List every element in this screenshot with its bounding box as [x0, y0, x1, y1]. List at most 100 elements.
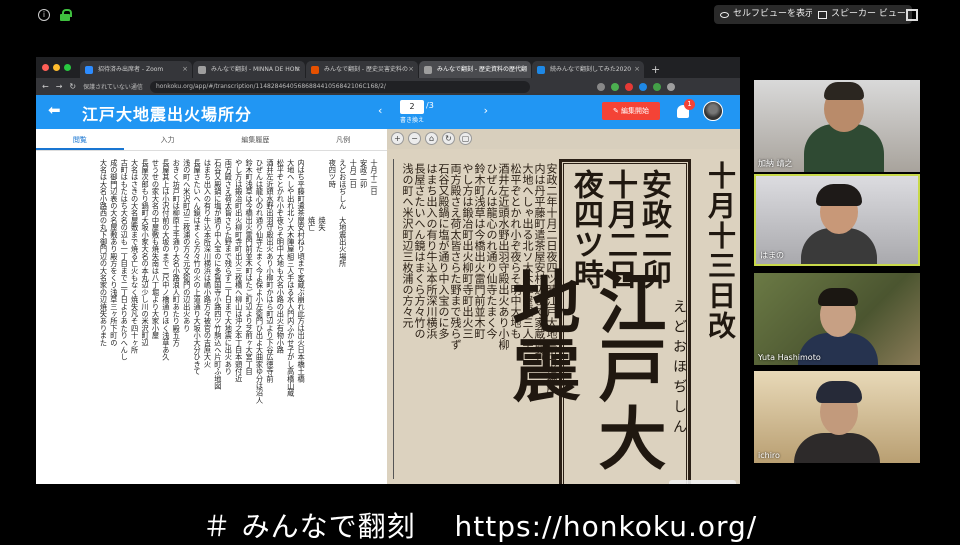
- window-controls: [42, 64, 71, 71]
- browser-tab[interactable]: みんなで翻刻 - 歴史資料の歴代翻 ×: [419, 61, 531, 78]
- speaker-view-button[interactable]: スピーカー ビュー: [812, 5, 912, 24]
- browser-tab[interactable]: 招待済み出席者 - Zoom ×: [80, 61, 192, 78]
- date-heading: 十月十三日改: [704, 161, 737, 341]
- title-main: 江戸大地震: [500, 267, 666, 471]
- zoom-out-icon[interactable]: −: [408, 132, 421, 145]
- printed-column: やし方は鍛冶町出火柳町寺町出火三: [461, 163, 474, 339]
- close-tab-icon[interactable]: ×: [182, 61, 188, 78]
- participant-name: ichiro: [758, 451, 780, 460]
- document-scan: 安政二年十月二日夜四ツ時江戸大地震出火場所 内は丹平藤町遣茶屋安村辺まで家蔵崩れ大…: [387, 149, 740, 484]
- back-arrow-icon[interactable]: ⬅: [48, 101, 61, 119]
- browser-tabs: 招待済み出席者 - Zoom × みんなで翻刻 - MINNA DE HON × みんな…: [80, 61, 644, 78]
- tab-legend[interactable]: 凡例: [299, 129, 387, 150]
- security-label[interactable]: 保護されていない通信: [83, 82, 143, 91]
- self-view-label: セルフビューを表示: [733, 9, 815, 19]
- browser-tab-bar: 招待済み出席者 - Zoom × みんなで翻刻 - MINNA DE HON × みんな…: [36, 57, 740, 78]
- printed-column: はまち出入の有り牛込本所深川横浜: [425, 163, 438, 339]
- url-field[interactable]: honkoku.org/app/#/transcription/11482846…: [149, 80, 530, 93]
- close-tab-icon[interactable]: ×: [408, 61, 414, 78]
- printed-column: 長屋さたいへん鏡はまくら方々竹の: [413, 163, 426, 339]
- tab-label: 続みんなで翻刻してみた2020: [550, 66, 632, 73]
- printed-column: 浅の町へ米沢町辺三枚浦の方々元: [401, 163, 414, 328]
- image-toolbar: + − ⌂ ↻ ▢: [391, 132, 472, 145]
- transcription-text: 十月十二日 安政二卯 十月二日 えどおほぢしん 大地震出火場所 夜四ツ時 焼失 …: [99, 159, 379, 404]
- info-icon[interactable]: i: [38, 9, 50, 21]
- tab-label: みんなで翻刻 - 歴史災害史料の: [324, 66, 408, 73]
- close-window-icon[interactable]: [42, 64, 49, 71]
- page-sub-label: 書き換え: [400, 117, 425, 124]
- close-tab-icon[interactable]: ×: [634, 61, 640, 78]
- home-icon[interactable]: ⌂: [425, 132, 438, 145]
- participant-name: Yuta Hashimoto: [758, 353, 821, 362]
- maximize-window-icon[interactable]: [64, 64, 71, 71]
- start-edit-label: 編集開始: [621, 107, 650, 115]
- new-tab-button[interactable]: +: [645, 61, 666, 78]
- address-bar: ← → ↻ 保護されていない通信 honkoku.org/app/#/trans…: [36, 78, 740, 95]
- lock-icon[interactable]: [60, 9, 72, 21]
- speaker-view-label: スピーカー ビュー: [831, 9, 906, 19]
- close-tab-icon[interactable]: ×: [521, 61, 527, 78]
- page-total: /3: [426, 101, 434, 110]
- reload-icon[interactable]: ↻: [69, 82, 76, 91]
- forward-icon[interactable]: →: [56, 82, 63, 91]
- caption-overlay: ＃ みんなで翻刻 https://honkoku.org/: [202, 510, 758, 543]
- tab-label: みんなで翻刻 - MINNA DE HON: [211, 66, 299, 73]
- tab-history[interactable]: 編集履歴: [212, 129, 300, 150]
- extension-icon[interactable]: [638, 82, 647, 91]
- transcription-pane: 閲覧 入力 編集履歴 凡例 十月十二日 安政二卯 十月二日 えどおほぢしん 大地…: [36, 129, 387, 484]
- document-image-viewer: + − ⌂ ↻ ▢ 安政二年十月二日夜四ツ時江戸大地震出火場所 内は丹平藤町遣茶屋…: [387, 129, 740, 484]
- next-page-icon[interactable]: ›: [484, 104, 488, 117]
- zoom-in-icon[interactable]: +: [391, 132, 404, 145]
- tab-label: 招待済み出席者 - Zoom: [98, 66, 164, 73]
- fullscreen-icon[interactable]: [906, 9, 918, 21]
- prev-page-icon[interactable]: ‹: [378, 104, 382, 117]
- title-furigana: えどおほぢしん: [671, 299, 687, 439]
- extension-icon[interactable]: [624, 82, 633, 91]
- printed-column: 両方殿さえ荷太皆さらた野まで残らず: [449, 163, 462, 350]
- panel-tabs: 閲覧 入力 編集履歴 凡例: [36, 129, 387, 151]
- page-title: 江戸大地震出火場所分: [82, 105, 253, 124]
- app-header: ⬅ 江戸大地震出火場所分 ‹ 2 /3 書き換え › ✎ 編集開始 1: [36, 95, 740, 129]
- tab-favicon-icon: [85, 66, 93, 74]
- tab-label: みんなで翻刻 - 歴史資料の歴代翻: [437, 66, 527, 73]
- video-tile-active-speaker[interactable]: はまの: [754, 174, 920, 266]
- video-tile[interactable]: ichiro: [754, 371, 920, 463]
- back-icon[interactable]: ←: [42, 82, 49, 91]
- meeting-status: i: [38, 9, 72, 21]
- tab-view[interactable]: 閲覧: [36, 129, 124, 150]
- browser-tab[interactable]: 続みんなで翻刻してみた2020 ×: [532, 61, 644, 78]
- video-tile[interactable]: Yuta Hashimoto: [754, 273, 920, 365]
- video-tile[interactable]: 加納 靖之: [754, 80, 920, 172]
- speaker-view-icon: [818, 10, 827, 19]
- extension-icon[interactable]: [610, 82, 619, 91]
- tab-favicon-icon: [198, 66, 206, 74]
- self-view-button[interactable]: セルフビューを表示: [714, 5, 821, 24]
- minimize-window-icon[interactable]: [53, 64, 60, 71]
- user-avatar[interactable]: [703, 101, 723, 121]
- profile-icon[interactable]: [666, 82, 675, 91]
- printed-column: 石谷又殿鍋に塩が通り中入宝のに多: [437, 163, 450, 339]
- fullscreen-view-icon[interactable]: ▢: [459, 132, 472, 145]
- printed-column: 鈴木町浅草は今橋出火雷門前並木町: [473, 163, 486, 339]
- browser-tab[interactable]: みんなで翻刻 - MINNA DE HON ×: [193, 61, 305, 78]
- zoom-top-bar: i セルフビューを表示 スピーカー ビュー: [0, 0, 960, 30]
- main-content: 閲覧 入力 編集履歴 凡例 十月十二日 安政二卯 十月二日 えどおほぢしん 大地…: [36, 129, 740, 484]
- eye-icon: [720, 11, 729, 18]
- browser-tab[interactable]: みんなで翻刻 - 歴史災害史料の ×: [306, 61, 418, 78]
- close-tab-icon[interactable]: ×: [295, 61, 301, 78]
- extension-icon[interactable]: [652, 82, 661, 91]
- rotate-icon[interactable]: ↻: [442, 132, 455, 145]
- tab-favicon-icon: [424, 66, 432, 74]
- start-edit-button[interactable]: ✎ 編集開始: [602, 102, 660, 120]
- notification-badge: 1: [684, 99, 695, 110]
- shared-browser-window: 招待済み出席者 - Zoom × みんなで翻刻 - MINNA DE HON × みんな…: [36, 57, 740, 484]
- page-number-input[interactable]: 2: [400, 100, 424, 114]
- extension-icons: [596, 82, 675, 91]
- page-border: [393, 159, 394, 479]
- annotation-tools: [669, 480, 736, 484]
- page-navigator: ‹ 2 /3 書き換え ›: [378, 100, 488, 126]
- tab-favicon-icon: [537, 66, 545, 74]
- tab-input[interactable]: 入力: [124, 129, 212, 150]
- extension-icon[interactable]: [596, 82, 605, 91]
- tab-favicon-icon: [311, 66, 319, 74]
